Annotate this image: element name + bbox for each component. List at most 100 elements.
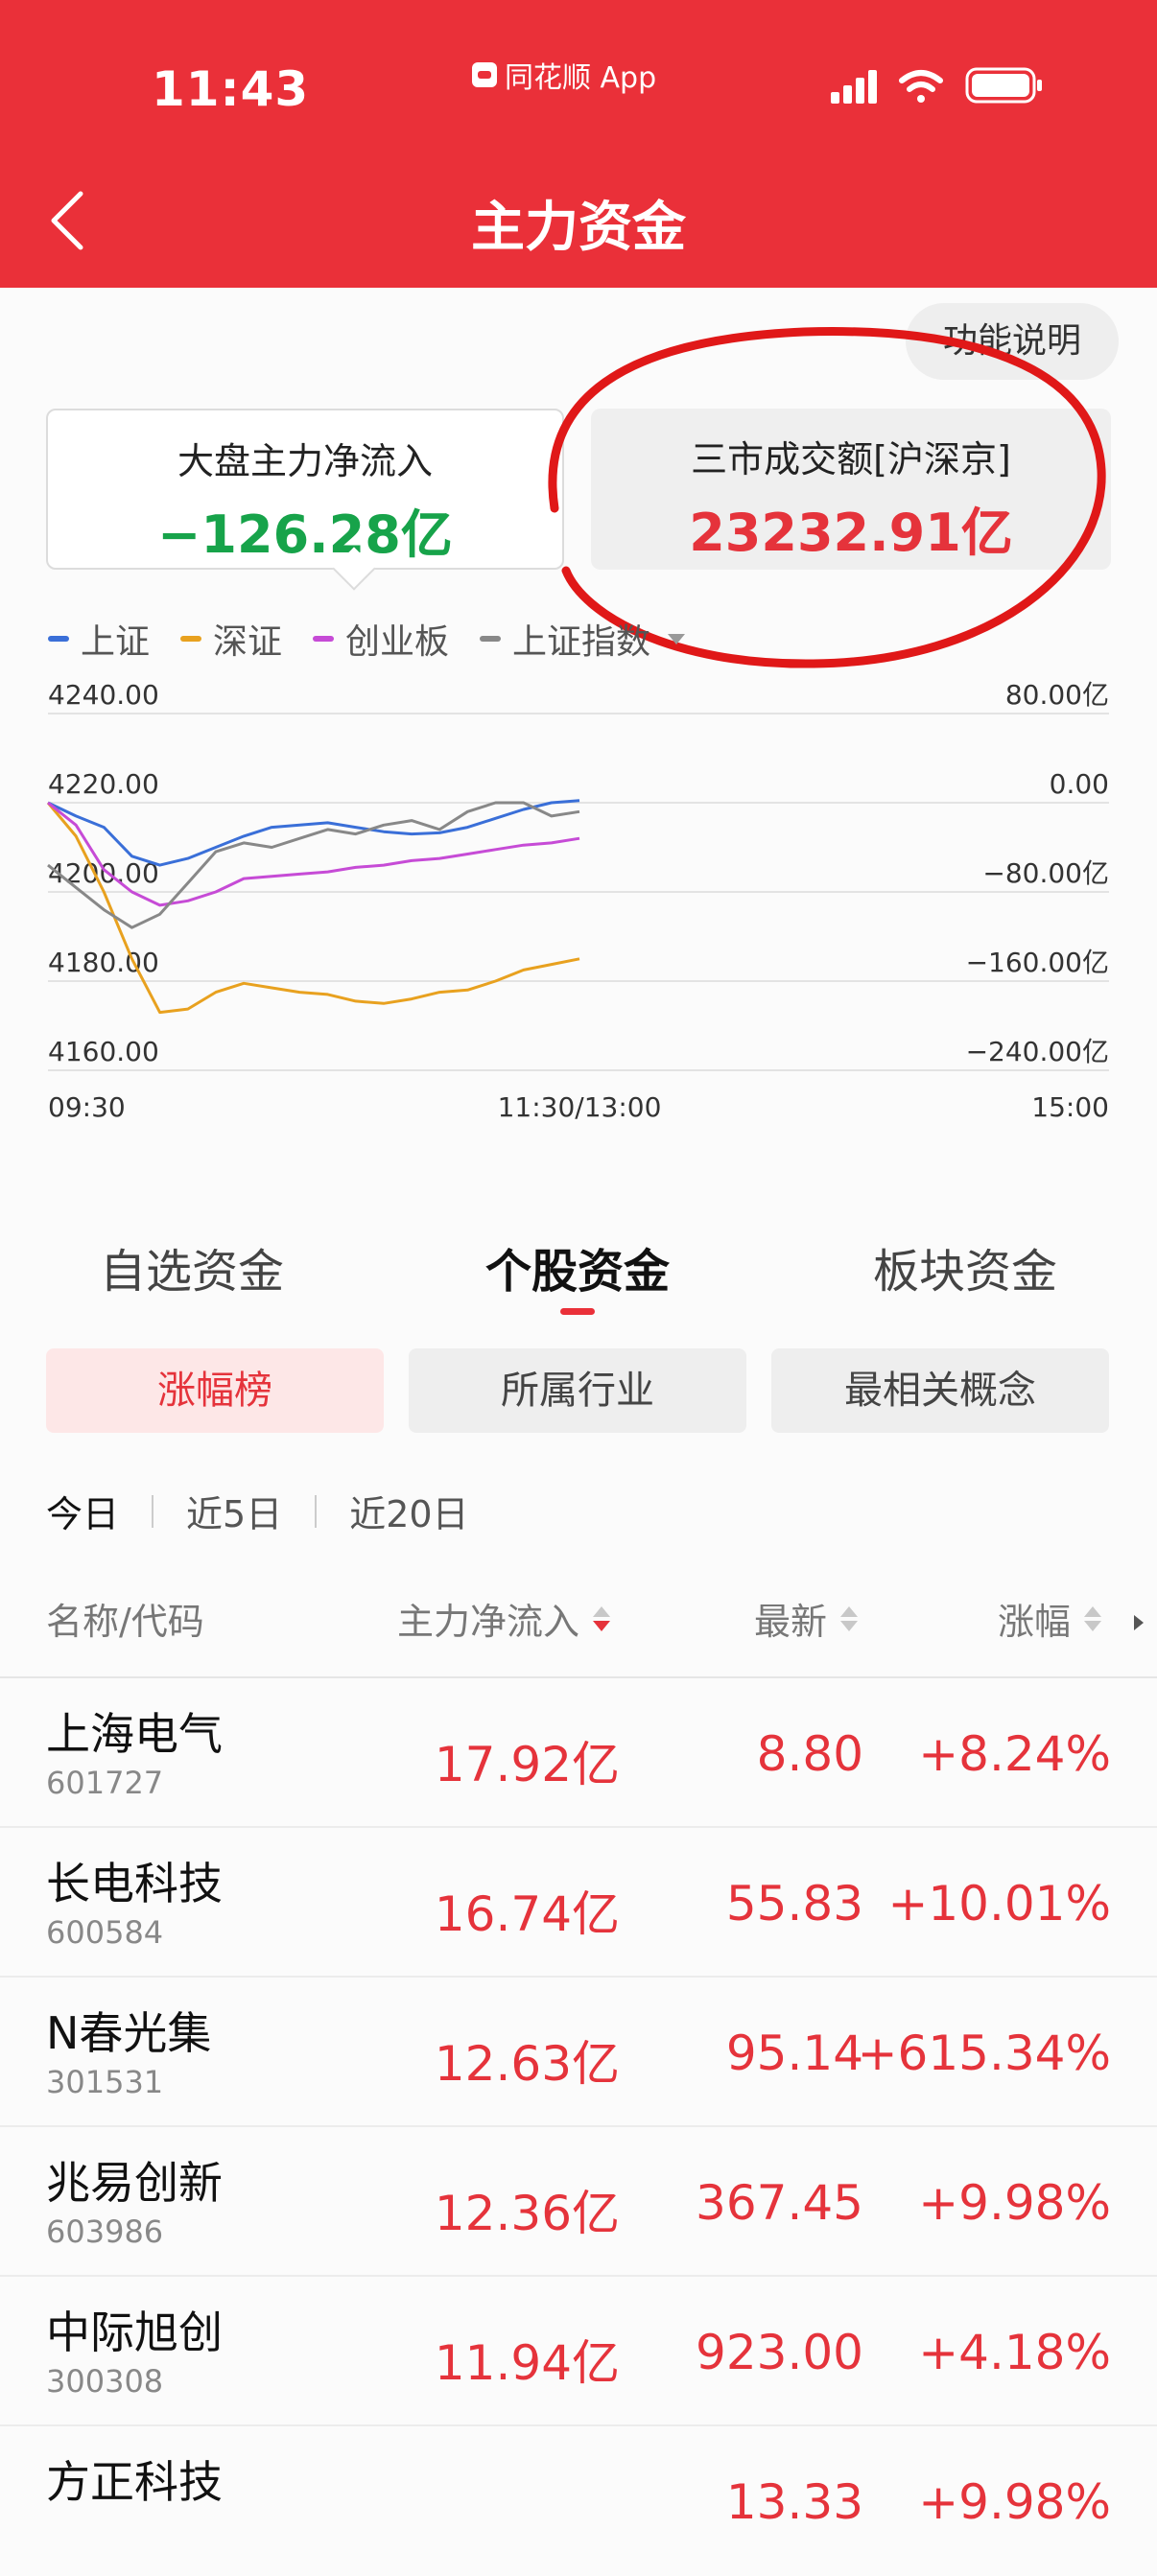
stock-name: 上海电气	[46, 1708, 223, 1760]
col-latest[interactable]: 最新	[754, 1592, 859, 1645]
net-inflow: 12.36亿	[434, 2186, 620, 2241]
page-title: 主力资金	[471, 197, 686, 259]
latest-price: 55.83	[725, 1876, 863, 1932]
period-selector: 今日 近5日 近20日	[46, 1485, 469, 1537]
table-row[interactable]: 中际旭创 300308 11.94亿 923.00 +4.18%	[0, 2277, 1157, 2426]
legend-label: 深证	[213, 622, 283, 662]
change-percent: +9.98%	[918, 2175, 1111, 2231]
change-percent: +8.24%	[918, 1726, 1111, 1782]
legend-swatch	[313, 636, 335, 642]
subtab-gainers[interactable]: 涨幅榜	[46, 1348, 384, 1433]
main-tabs: 自选资金 个股资金 板块资金	[0, 1233, 1157, 1310]
net-inflow-card[interactable]: 大盘主力净流入 −126.28亿	[46, 409, 564, 570]
col-label: 涨幅	[998, 1601, 1072, 1643]
table-row[interactable]: 长电科技 600584 16.74亿 55.83 +10.01%	[0, 1828, 1157, 1978]
stock-code: 600584	[46, 1914, 164, 1951]
legend-shanghai[interactable]: 上证	[48, 614, 150, 664]
stock-code: 603986	[46, 2213, 164, 2250]
stock-name: N春光集	[46, 2007, 212, 2059]
net-inflow-value: −126.28亿	[157, 504, 453, 565]
subtab-concept[interactable]: 最相关概念	[771, 1348, 1109, 1433]
change-percent: +10.01%	[887, 1876, 1111, 1932]
col-label: 名称/代码	[46, 1601, 204, 1643]
tab-sector-funds[interactable]: 板块资金	[821, 1233, 1109, 1300]
table-row[interactable]: 上海电气 601727 17.92亿 8.80 +8.24%	[0, 1678, 1157, 1828]
period-5d[interactable]: 近5日	[186, 1485, 282, 1537]
active-tab-indicator	[560, 1308, 595, 1315]
legend-shenzhen[interactable]: 深证	[180, 614, 282, 664]
legend-index-selector[interactable]: 上证指数	[480, 614, 686, 664]
net-inflow: 12.63亿	[434, 2036, 620, 2092]
latest-price: 367.45	[696, 2175, 863, 2231]
sort-icon	[1084, 1605, 1102, 1631]
latest-price: 13.33	[725, 2474, 863, 2530]
y-right-tick: −80.00亿	[982, 857, 1109, 889]
y-right-tick: −160.00亿	[966, 947, 1109, 978]
x-tick: 15:00	[1031, 1091, 1109, 1123]
sort-icon	[593, 1605, 611, 1631]
latest-price: 95.14	[725, 2026, 863, 2081]
change-percent: +615.34%	[857, 2026, 1111, 2081]
legend-swatch	[480, 636, 502, 642]
tab-stock-funds[interactable]: 个股资金	[434, 1233, 721, 1300]
table-header: 名称/代码 主力净流入 最新 涨幅	[0, 1592, 1157, 1678]
x-tick: 09:30	[48, 1091, 126, 1123]
divider	[152, 1494, 154, 1528]
table-row[interactable]: 方正科技 13.33 +9.98%	[0, 2426, 1157, 2576]
tab-watchlist-funds[interactable]: 自选资金	[46, 1233, 334, 1300]
y-left-tick: 4220.00	[48, 768, 159, 800]
stock-name: 兆易创新	[46, 2157, 223, 2209]
change-percent: +9.98%	[918, 2474, 1111, 2530]
y-right-tick: −240.00亿	[966, 1036, 1109, 1067]
table-row[interactable]: N春光集 301531 12.63亿 95.14 +615.34%	[0, 1978, 1157, 2127]
net-inflow: 11.94亿	[434, 2335, 620, 2391]
stock-name: 方正科技	[46, 2456, 223, 2508]
legend-label: 上证	[81, 622, 151, 662]
stock-code: 300308	[46, 2363, 164, 2400]
col-net-inflow[interactable]: 主力净流入	[397, 1592, 611, 1645]
wifi-icon	[899, 70, 943, 103]
legend-chinext[interactable]: 创业板	[313, 614, 449, 664]
y-right-tick: 0.00	[1050, 768, 1109, 800]
y-left-tick: 4200.00	[48, 857, 159, 889]
latest-price: 8.80	[756, 1726, 863, 1782]
col-name-code: 名称/代码	[46, 1592, 204, 1645]
net-inflow: 16.74亿	[434, 1886, 620, 1942]
net-inflow: 17.92亿	[434, 1737, 620, 1792]
change-percent: +4.18%	[918, 2325, 1111, 2380]
net-inflow-label: 大盘主力净流入	[177, 440, 433, 482]
x-tick: 11:30/13:00	[498, 1091, 662, 1123]
scroll-right-icon[interactable]	[1132, 1613, 1145, 1632]
status-icons	[831, 67, 1042, 104]
cellular-signal-icon	[831, 70, 877, 104]
chart-legend: 上证 深证 创业板 上证指数	[48, 618, 686, 662]
legend-label: 创业板	[345, 622, 450, 662]
latest-price: 923.00	[696, 2325, 863, 2380]
sort-icon	[840, 1605, 859, 1631]
dropdown-arrow-icon	[668, 633, 686, 644]
y-left-tick: 4180.00	[48, 947, 159, 978]
period-today[interactable]: 今日	[46, 1485, 119, 1537]
col-change[interactable]: 涨幅	[998, 1592, 1102, 1645]
app-name: 同花顺 App	[505, 61, 657, 95]
stock-code: 601727	[46, 1765, 164, 1801]
capital-flow-chart[interactable]: 4240.00 80.00亿 4220.00 0.00 4200.00 −80.00亿 41…	[0, 671, 1157, 1208]
subtab-industry[interactable]: 所属行业	[409, 1348, 746, 1433]
legend-label: 上证指数	[512, 622, 651, 662]
stock-name: 长电科技	[46, 1858, 223, 1909]
legend-swatch	[180, 636, 202, 642]
col-label: 主力净流入	[397, 1601, 580, 1643]
app-indicator: 同花顺 App	[472, 54, 656, 96]
stock-code: 301531	[46, 2064, 164, 2100]
col-label: 最新	[754, 1601, 828, 1643]
divider	[315, 1494, 318, 1528]
period-20d[interactable]: 近20日	[349, 1485, 468, 1537]
y-left-tick: 4160.00	[48, 1036, 159, 1067]
battery-icon	[965, 67, 1042, 104]
table-row[interactable]: 兆易创新 603986 12.36亿 367.45 +9.98%	[0, 2127, 1157, 2277]
y-left-tick: 4240.00	[48, 679, 159, 711]
status-time: 11:43	[152, 61, 310, 117]
stock-name: 中际旭创	[46, 2307, 223, 2358]
y-right-tick: 80.00亿	[1005, 679, 1109, 711]
legend-swatch	[48, 636, 69, 642]
